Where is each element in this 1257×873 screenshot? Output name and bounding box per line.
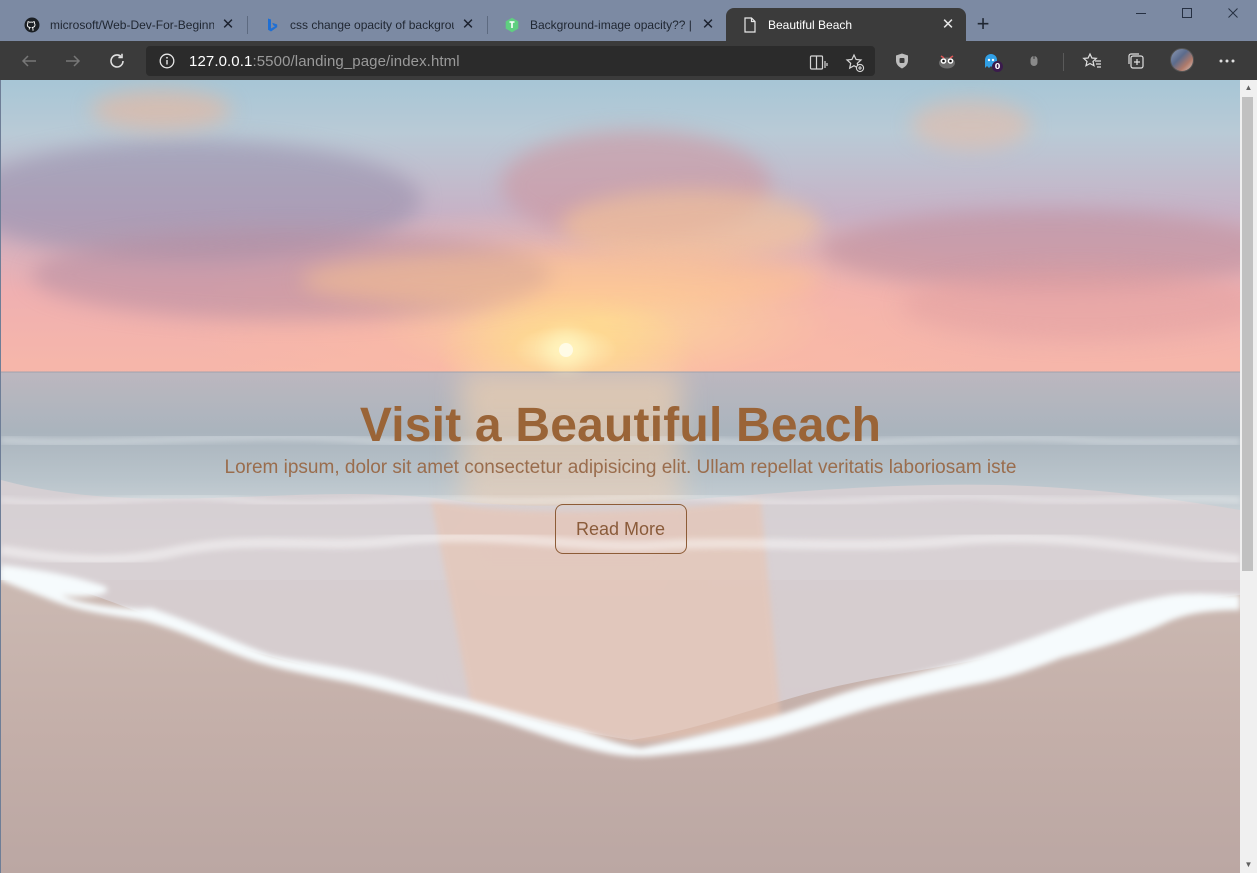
favorites-button[interactable] <box>1080 49 1104 73</box>
back-arrow-icon <box>21 55 36 67</box>
site-info-icon[interactable] <box>159 53 175 69</box>
forward-button[interactable] <box>59 47 87 75</box>
minimize-icon <box>1136 13 1146 14</box>
hero-title: Visit a Beautiful Beach <box>359 399 882 452</box>
immersive-reader-button[interactable] <box>808 52 830 74</box>
refresh-button[interactable] <box>103 47 131 75</box>
scroll-up-arrow-icon[interactable]: ▲ <box>1240 80 1257 96</box>
url-text: 127.0.0.1:5500/landing_page/index.html <box>189 53 460 70</box>
settings-more-button[interactable] <box>1215 49 1239 73</box>
url-path: :5500/landing_page/index.html <box>252 52 460 70</box>
extension-mouse-button[interactable] <box>1022 49 1046 73</box>
tab-title: microsoft/Web-Dev-For-Beginners <box>50 17 214 32</box>
bing-icon <box>264 17 280 33</box>
tab-title: css change opacity of background <box>290 17 454 32</box>
collections-icon <box>1128 53 1144 69</box>
collections-button[interactable] <box>1124 49 1148 73</box>
close-tab-icon[interactable]: ✕ <box>940 16 956 33</box>
tab-title: Beautiful Beach <box>768 17 853 32</box>
toolbar-divider <box>1063 53 1064 71</box>
read-more-button[interactable]: Read More <box>554 504 687 554</box>
extension-badge: 0 <box>992 61 1003 72</box>
close-tab-icon[interactable]: ✕ <box>220 16 236 33</box>
address-bar[interactable]: 127.0.0.1:5500/landing_page/index.html <box>146 46 875 76</box>
tab-treehouse[interactable]: Background-image opacity?? | Tr ✕ <box>488 8 726 41</box>
read-aloud-icon <box>809 55 828 70</box>
tab-title: Background-image opacity?? | Tr <box>530 17 694 32</box>
star-add-icon <box>845 53 865 73</box>
more-icon <box>1219 59 1235 63</box>
shield-icon <box>896 53 908 69</box>
owl-icon <box>939 55 955 69</box>
close-tab-icon[interactable]: ✕ <box>700 16 716 33</box>
close-tab-icon[interactable]: ✕ <box>460 16 476 33</box>
forward-arrow-icon <box>66 55 81 67</box>
maximize-button[interactable] <box>1164 4 1210 28</box>
page-scrollbar[interactable]: ▲ ▼ <box>1240 80 1257 873</box>
add-favorite-button[interactable] <box>844 52 866 74</box>
tab-beautiful-beach[interactable]: Beautiful Beach ✕ <box>726 8 966 41</box>
hero-section: Visit a Beautiful Beach Lorem ipsum, dol… <box>1 398 1240 554</box>
browser-titlebar: microsoft/Web-Dev-For-Beginners ✕ css ch… <box>0 0 1257 41</box>
extension-ghost-button[interactable]: 0 <box>979 49 1003 73</box>
tab-bing[interactable]: css change opacity of background ✕ <box>248 8 486 41</box>
favorites-icon <box>1082 52 1101 68</box>
mouse-icon <box>1030 56 1038 66</box>
window-close-button[interactable] <box>1210 4 1256 28</box>
extension-owl-button[interactable] <box>935 49 959 73</box>
extension-shield-button[interactable] <box>890 49 914 73</box>
new-tab-button[interactable]: + <box>970 12 996 38</box>
treehouse-icon <box>504 17 520 33</box>
hero-description: Lorem ipsum, dolor sit amet consectetur … <box>224 457 1017 478</box>
maximize-icon <box>1182 8 1192 18</box>
browser-toolbar: 127.0.0.1:5500/landing_page/index.html 0 <box>0 41 1257 80</box>
sun <box>559 343 573 357</box>
page-viewport: Visit a Beautiful Beach Lorem ipsum, dol… <box>1 80 1240 873</box>
back-button[interactable] <box>15 47 43 75</box>
tab-github[interactable]: microsoft/Web-Dev-For-Beginners ✕ <box>8 8 246 41</box>
close-icon <box>1228 8 1238 18</box>
scroll-down-arrow-icon[interactable]: ▼ <box>1240 857 1257 873</box>
url-host: 127.0.0.1 <box>189 52 253 70</box>
page-icon <box>742 16 758 33</box>
avatar <box>1170 48 1194 72</box>
plus-icon: + <box>976 11 990 36</box>
minimize-button[interactable] <box>1118 4 1164 28</box>
profile-button[interactable] <box>1169 47 1195 73</box>
scrollbar-thumb[interactable] <box>1242 97 1253 571</box>
github-icon <box>24 17 40 33</box>
refresh-icon <box>110 53 124 68</box>
